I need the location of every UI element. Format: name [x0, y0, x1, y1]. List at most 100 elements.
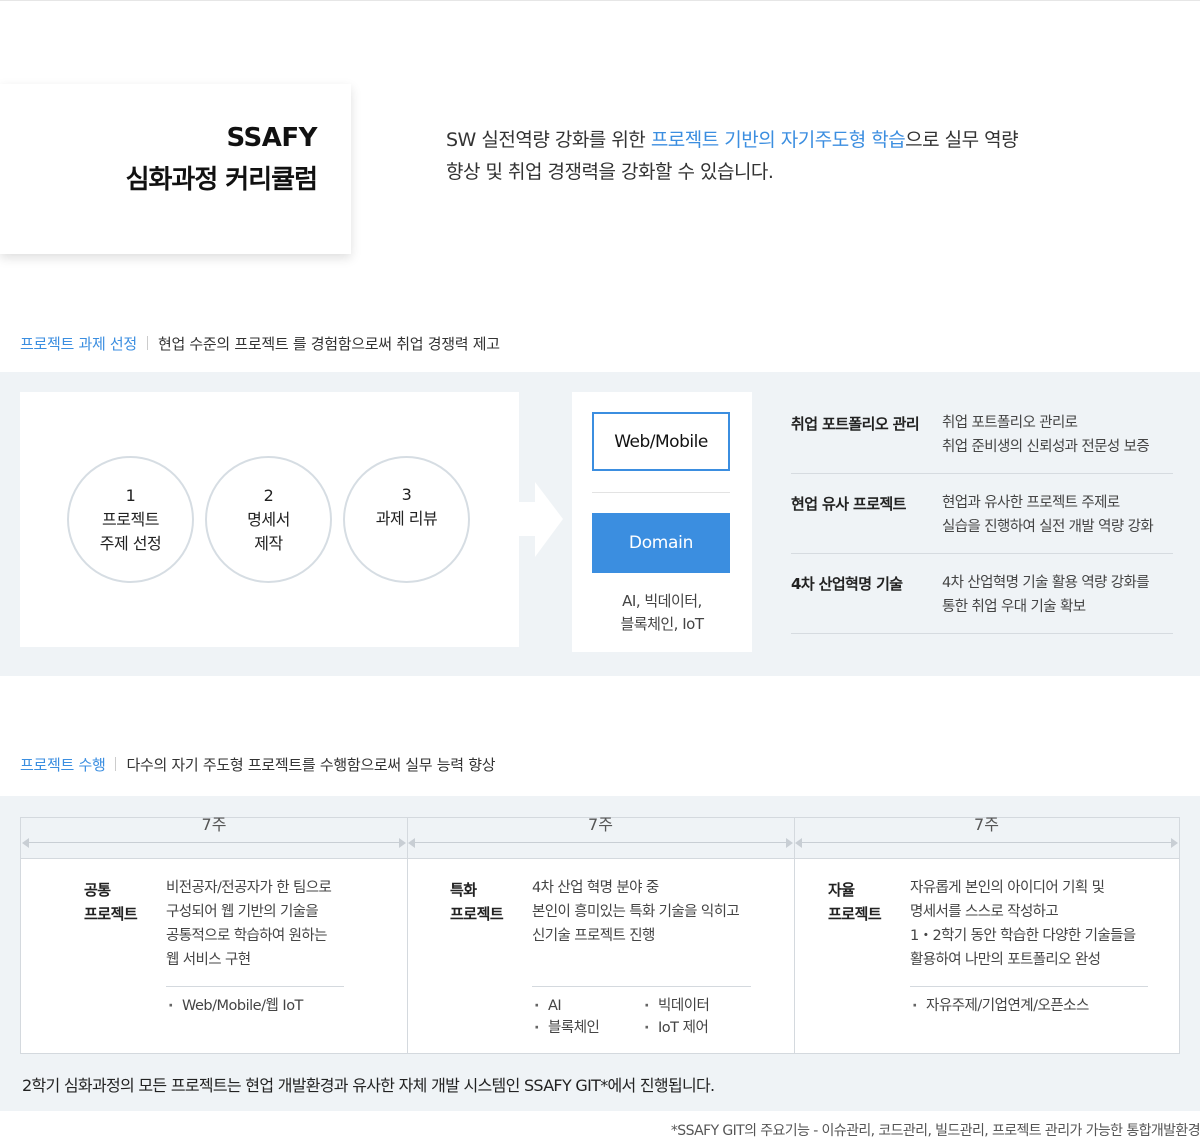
week-span-line	[802, 842, 1171, 843]
step-label-line2: 제작	[254, 533, 283, 553]
week-arrow-right-icon	[1171, 838, 1178, 848]
project-title: 자율 프로젝트	[828, 878, 882, 926]
ssafy-git-note: 2학기 심화과정의 모든 프로젝트는 현업 개발환경과 유사한 자체 개발 시스…	[22, 1076, 715, 1095]
intro-line2: 향상 및 취업 경쟁력을 강화할 수 있습니다.	[446, 161, 774, 183]
web-mobile-box: Web/Mobile	[592, 412, 730, 471]
step-label-line1: 명세서	[247, 509, 290, 529]
project-title: 공통 프로젝트	[84, 878, 138, 926]
feature-description: 현업과 유사한 프로젝트 주제로 실습을 진행하여 실전 개발 역량 강화	[942, 491, 1154, 539]
project-desc-line: 활용하여 나만의 포트폴리오 완성	[910, 952, 1101, 968]
project-desc-line: 웹 서비스 구현	[166, 952, 251, 968]
week-duration: 7주	[588, 815, 613, 834]
feature-desc-line1: 현업과 유사한 프로젝트 주제로	[942, 495, 1120, 511]
step-circle-3: 3 과제 리뷰	[343, 456, 470, 583]
section2-label: 프로젝트 수행	[20, 756, 106, 774]
feature-item: 취업 포트폴리오 관리 취업 포트폴리오 관리로 취업 준비생의 신뢰성과 전문…	[791, 394, 1173, 474]
tech-tag: 자유주제/기업연계/오픈소스	[912, 995, 1089, 1017]
section1-heading: 프로젝트 과제 선정 현업 수준의 프로젝트 를 경험함으로써 취업 경쟁력 제고	[20, 333, 500, 354]
week-span-line	[415, 842, 786, 843]
project-title-line2: 프로젝트	[450, 905, 504, 923]
page-title-line2: 심화과정 커리큘럼	[125, 165, 318, 195]
project-title-line2: 프로젝트	[84, 905, 138, 923]
feature-title: 취업 포트폴리오 관리	[791, 415, 920, 433]
section1-description: 현업 수준의 프로젝트 를 경험함으로써 취업 경쟁력 제고	[157, 335, 500, 353]
week-arrow-left-icon	[408, 838, 415, 848]
project-desc-line: 명세서를 스스로 작성하고	[910, 904, 1059, 920]
project-desc-line: 신기술 프로젝트 진행	[532, 928, 655, 944]
step-label-line2: 주제 선정	[99, 533, 162, 553]
section2-heading: 프로젝트 수행 다수의 자기 주도형 프로젝트를 수행함으로써 실무 능력 향상	[20, 754, 496, 775]
week-arrow-left-icon	[22, 838, 29, 848]
feature-item: 4차 산업혁명 기술 4차 산업혁명 기술 활용 역량 강화를 통한 취업 우대…	[791, 554, 1173, 634]
section2-description: 다수의 자기 주도형 프로젝트를 수행함으로써 실무 능력 향상	[126, 756, 496, 774]
feature-title: 현업 유사 프로젝트	[791, 495, 906, 513]
tech-tag: Web/Mobile/웹 IoT	[168, 995, 303, 1017]
step-number: 2	[263, 485, 274, 505]
top-divider	[0, 0, 1200, 1]
feature-desc-line2: 취업 준비생의 신뢰성과 전문성 보증	[942, 439, 1150, 455]
project-description: 자유롭게 본인의 아이디어 기획 및 명세서를 스스로 작성하고 1・2학기 동…	[910, 876, 1136, 972]
domain-box: Domain	[592, 513, 730, 573]
step-number: 3	[401, 485, 412, 504]
title-card: SSAFY 심화과정 커리큘럼	[0, 84, 351, 254]
week-arrow-left-icon	[795, 838, 802, 848]
section1-label: 프로젝트 과제 선정	[20, 335, 137, 353]
heading-divider	[146, 336, 148, 350]
project-column-autonomous: 7주 자율 프로젝트 자유롭게 본인의 아이디어 기획 및 명세서를 스스로 작…	[794, 815, 1179, 1053]
intro-text: SW 실전역량 강화를 위한 프로젝트 기반의 자기주도형 학습으로 실무 역량…	[446, 124, 1146, 188]
project-desc-line: 1・2학기 동안 학습한 다양한 기술들을	[910, 928, 1136, 944]
tech-tag: 블록체인	[534, 1017, 600, 1039]
project-tags-left: AI 블록체인	[534, 995, 600, 1039]
feature-desc-line1: 4차 산업혁명 기술 활용 역량 강화를	[942, 575, 1150, 591]
tech-tag: IoT 제어	[644, 1017, 709, 1039]
page-title-line1: SSAFY	[226, 123, 318, 153]
heading-divider	[115, 757, 117, 771]
domain-desc-line2: 블록체인, IoT	[620, 615, 704, 633]
week-duration: 7주	[201, 815, 227, 834]
domain-divider	[592, 492, 730, 493]
feature-desc-line2: 실습을 진행하여 실전 개발 역량 강화	[942, 519, 1154, 535]
project-description: 비전공자/전공자가 한 팀으로 구성되어 웹 기반의 기술을 공통적으로 학습하…	[166, 876, 332, 972]
project-title: 특화 프로젝트	[450, 878, 504, 926]
project-divider	[166, 986, 344, 987]
project-desc-line: 공통적으로 학습하여 원하는	[166, 928, 328, 944]
project-desc-line: 구성되어 웹 기반의 기술을	[166, 904, 319, 920]
project-description: 4차 산업 혁명 분야 중 본인이 흥미있는 특화 기술을 익히고 신기술 프로…	[532, 876, 740, 948]
week-span-line	[29, 842, 399, 843]
week-arrow-right-icon	[399, 838, 406, 848]
week-duration-wrap: 7주	[21, 815, 407, 859]
project-desc-line: 자유롭게 본인의 아이디어 기획 및	[910, 880, 1105, 896]
project-tags: 자유주제/기업연계/오픈소스	[912, 995, 1089, 1017]
step-circle-2: 2 명세서 제작	[205, 456, 332, 583]
project-tags-right: 빅데이터 IoT 제어	[644, 995, 710, 1039]
project-table: 7주 공통 프로젝트 비전공자/전공자가 한 팀으로 구성되어 웹 기반의 기술…	[20, 817, 1180, 1054]
tech-tag: AI	[534, 995, 599, 1017]
project-column-common: 7주 공통 프로젝트 비전공자/전공자가 한 팀으로 구성되어 웹 기반의 기술…	[21, 815, 407, 1053]
project-column-specialized: 7주 특화 프로젝트 4차 산업 혁명 분야 중 본인이 흥미있는 특화 기술을…	[407, 815, 794, 1053]
project-divider	[532, 986, 751, 987]
project-title-line1: 공통	[84, 881, 111, 899]
project-desc-line: 비전공자/전공자가 한 팀으로	[166, 880, 332, 896]
step-number: 1	[125, 485, 136, 505]
intro-highlight: 프로젝트 기반의 자기주도형 학습	[650, 129, 906, 151]
project-title-line1: 자율	[828, 881, 855, 899]
intro-part1: SW 실전역량 강화를 위한	[446, 129, 651, 151]
step-label-line1: 과제 리뷰	[375, 509, 438, 528]
tech-tag: 빅데이터	[644, 995, 710, 1017]
week-duration: 7주	[974, 815, 999, 834]
feature-item: 현업 유사 프로젝트 현업과 유사한 프로젝트 주제로 실습을 진행하여 실전 …	[791, 474, 1173, 554]
steps-panel: 1 프로젝트 주제 선정 2 명세서 제작 3 과제 리뷰	[20, 392, 519, 647]
domain-description: AI, 빅데이터, 블록체인, IoT	[572, 590, 752, 636]
project-desc-line: 본인이 흥미있는 특화 기술을 익히고	[532, 904, 740, 920]
step-label-line1: 프로젝트	[102, 509, 159, 529]
intro-part2: 으로 실무 역량	[905, 129, 1019, 151]
feature-desc-line1: 취업 포트폴리오 관리로	[942, 415, 1078, 431]
step-circle-1: 1 프로젝트 주제 선정	[67, 456, 194, 583]
feature-description: 취업 포트폴리오 관리로 취업 준비생의 신뢰성과 전문성 보증	[942, 411, 1150, 459]
project-tags: Web/Mobile/웹 IoT	[168, 995, 303, 1017]
domain-desc-line1: AI, 빅데이터,	[622, 592, 702, 610]
project-desc-line: 4차 산업 혁명 분야 중	[532, 880, 659, 896]
feature-description: 4차 산업혁명 기술 활용 역량 강화를 통한 취업 우대 기술 확보	[942, 571, 1150, 619]
project-title-line1: 특화	[450, 881, 477, 899]
ssafy-git-footnote: *SSAFY GIT의 주요기능 - 이슈관리, 코드관리, 빌드관리, 프로젝…	[670, 1123, 1200, 1138]
